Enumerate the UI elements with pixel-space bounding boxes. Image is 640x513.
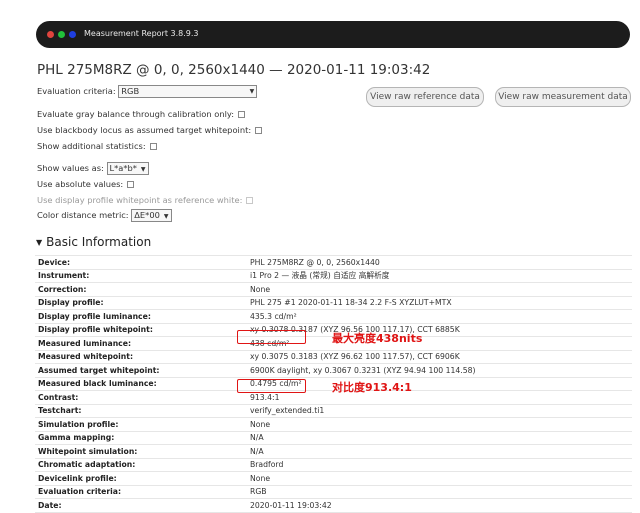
evaluation-criteria-row: Evaluation criteria: RGB ▼ bbox=[37, 85, 258, 98]
row-key: Device: bbox=[35, 255, 247, 270]
chevron-down-icon: ▼ bbox=[163, 213, 169, 220]
row-value: 6900K daylight, xy 0.3067 0.3231 (XYZ 94… bbox=[247, 363, 632, 378]
row-key: Display profile whitepoint: bbox=[35, 323, 247, 337]
blackbody-row: Use blackbody locus as assumed target wh… bbox=[37, 125, 263, 135]
row-key: Display profile luminance: bbox=[35, 309, 247, 324]
row-key: Measured black luminance: bbox=[35, 377, 247, 391]
absolute-values-checkbox[interactable] bbox=[127, 181, 135, 188]
row-key: Correction: bbox=[35, 282, 247, 297]
row-value: xy 0.3075 0.3183 (XYZ 96.62 100 117.57),… bbox=[247, 350, 632, 364]
view-raw-measurement-button[interactable]: View raw measurement data bbox=[495, 87, 631, 107]
table-row: Correction: None bbox=[35, 282, 632, 297]
row-value: N/A bbox=[247, 444, 632, 459]
collapse-triangle-icon: ▼ bbox=[36, 238, 43, 247]
table-row: Simulation profile: None bbox=[35, 417, 632, 432]
row-value: 435.3 cd/m² bbox=[247, 309, 632, 324]
blackbody-checkbox[interactable] bbox=[255, 127, 263, 134]
color-distance-label: Color distance metric: bbox=[37, 210, 129, 220]
evaluation-criteria-value: RGB bbox=[121, 86, 140, 96]
table-row: Chromatic adaptation: Bradford bbox=[35, 458, 632, 472]
row-value: i1 Pro 2 — 液晶 (常规) 自适应 高解析度 bbox=[247, 269, 632, 283]
row-key: Evaluation criteria: bbox=[35, 485, 247, 499]
table-row: Device: PHL 275M8RZ @ 0, 0, 2560x1440 bbox=[35, 255, 632, 270]
chevron-down-icon: ▼ bbox=[140, 166, 146, 173]
additional-stats-label: Show additional statistics: bbox=[37, 141, 146, 151]
window-title: Measurement Report 3.8.9.3 bbox=[84, 29, 199, 38]
maximize-dot-icon[interactable] bbox=[58, 31, 65, 38]
max-brightness-annotation: 最大亮度438nits bbox=[332, 332, 423, 345]
window-titlebar: Measurement Report 3.8.9.3 bbox=[36, 21, 630, 48]
row-value: Bradford bbox=[247, 458, 632, 472]
row-value: PHL 275 #1 2020-01-11 18-34 2.2 F-S XYZL… bbox=[247, 296, 632, 310]
row-value: RGB bbox=[247, 485, 632, 499]
row-value: N/A bbox=[247, 431, 632, 445]
table-row: Testchart: verify_extended.ti1 bbox=[35, 404, 632, 418]
row-key: Gamma mapping: bbox=[35, 431, 247, 445]
row-value: None bbox=[247, 282, 632, 297]
row-key: Contrast: bbox=[35, 390, 247, 405]
basic-information-header[interactable]: ▼ Basic Information bbox=[36, 235, 151, 249]
color-distance-value: ΔE*00 bbox=[134, 210, 160, 220]
row-value: None bbox=[247, 417, 632, 432]
row-key: Devicelink profile: bbox=[35, 471, 247, 486]
table-row: Evaluation criteria: RGB bbox=[35, 485, 632, 499]
row-value: PHL 275M8RZ @ 0, 0, 2560x1440 bbox=[247, 255, 632, 270]
table-row: Measured whitepoint: xy 0.3075 0.3183 (XY… bbox=[35, 350, 632, 364]
blackbody-label: Use blackbody locus as assumed target wh… bbox=[37, 125, 252, 135]
show-values-row: Show values as: L*a*b* ▼ bbox=[37, 162, 149, 175]
section-title: Basic Information bbox=[46, 235, 152, 249]
gray-balance-label: Evaluate gray balance through calibratio… bbox=[37, 109, 235, 119]
table-row: Display profile luminance: 435.3 cd/m² bbox=[35, 309, 632, 324]
gray-balance-row: Evaluate gray balance through calibratio… bbox=[37, 109, 246, 119]
contrast-highlight-box bbox=[237, 379, 306, 393]
absolute-values-label: Use absolute values: bbox=[37, 179, 124, 189]
contrast-annotation: 对比度913.4:1 bbox=[332, 381, 412, 394]
row-value: verify_extended.ti1 bbox=[247, 404, 632, 418]
row-key: Instrument: bbox=[35, 269, 247, 283]
table-row: Display profile: PHL 275 #1 2020-01-11 18… bbox=[35, 296, 632, 310]
display-profile-wp-label: Use display profile whitepoint as refere… bbox=[37, 195, 243, 205]
row-key: Assumed target whitepoint: bbox=[35, 363, 247, 378]
row-key: Whitepoint simulation: bbox=[35, 444, 247, 459]
row-key: Measured whitepoint: bbox=[35, 350, 247, 364]
minimize-dot-icon[interactable] bbox=[69, 31, 76, 38]
additional-stats-checkbox[interactable] bbox=[149, 143, 157, 150]
row-key: Display profile: bbox=[35, 296, 247, 310]
color-distance-row: Color distance metric: ΔE*00 ▼ bbox=[37, 209, 172, 222]
table-row: Assumed target whitepoint: 6900K daylight… bbox=[35, 363, 632, 378]
display-profile-wp-checkbox[interactable] bbox=[246, 197, 254, 204]
row-key: Chromatic adaptation: bbox=[35, 458, 247, 472]
show-values-value: L*a*b* bbox=[109, 163, 137, 173]
row-value: None bbox=[247, 471, 632, 486]
show-values-label: Show values as: bbox=[37, 163, 104, 173]
table-row: Gamma mapping: N/A bbox=[35, 431, 632, 445]
close-dot-icon[interactable] bbox=[47, 31, 54, 38]
row-key: Simulation profile: bbox=[35, 417, 247, 432]
additional-stats-row: Show additional statistics: bbox=[37, 141, 157, 151]
table-row: Whitepoint simulation: N/A bbox=[35, 444, 632, 459]
evaluation-criteria-select[interactable]: RGB ▼ bbox=[118, 85, 258, 98]
display-profile-wp-row: Use display profile whitepoint as refere… bbox=[37, 195, 254, 205]
evaluation-criteria-label: Evaluation criteria: bbox=[37, 86, 116, 96]
page-title: PHL 275M8RZ @ 0, 0, 2560x1440 — 2020-01-… bbox=[37, 62, 431, 78]
color-distance-select[interactable]: ΔE*00 ▼ bbox=[131, 209, 172, 222]
table-row: Devicelink profile: None bbox=[35, 471, 632, 486]
absolute-values-row: Use absolute values: bbox=[37, 179, 135, 189]
row-key: Testchart: bbox=[35, 404, 247, 418]
table-row: Instrument: i1 Pro 2 — 液晶 (常规) 自适应 高解析度 bbox=[35, 269, 632, 283]
row-key: Measured luminance: bbox=[35, 336, 247, 351]
gray-balance-checkbox[interactable] bbox=[238, 111, 246, 118]
view-raw-reference-button[interactable]: View raw reference data bbox=[366, 87, 484, 107]
luminance-highlight-box bbox=[237, 330, 306, 344]
show-values-select[interactable]: L*a*b* ▼ bbox=[106, 162, 149, 175]
chevron-down-icon: ▼ bbox=[249, 88, 255, 95]
